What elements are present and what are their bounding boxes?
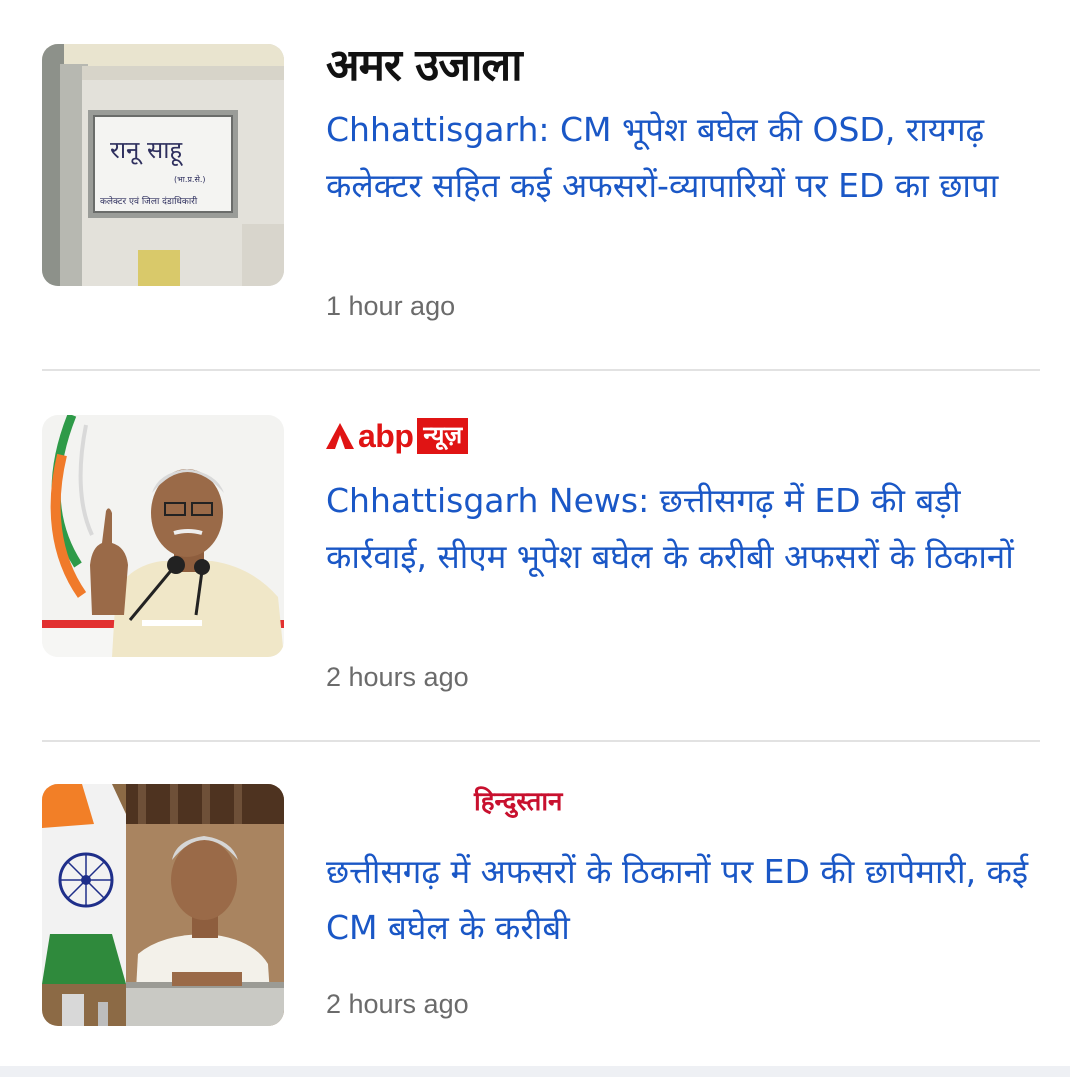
article-time: 1 hour ago — [326, 291, 456, 321]
bottom-strip — [0, 1066, 1070, 1077]
abp-brand-text: abp — [358, 417, 414, 454]
source-logo-hindustan: हिन्दुस्तान — [474, 787, 563, 817]
news-card[interactable]: रानू साहू (भा.प्र.से.) कलेक्टर एवं जिला … — [0, 0, 1070, 370]
article-thumbnail[interactable] — [42, 415, 284, 657]
abp-logo-icon — [326, 423, 354, 449]
article-headline[interactable]: छत्तीसगढ़ में अफसरों के ठिकानों पर ED की… — [326, 844, 1036, 956]
politician-speaking-photo — [42, 415, 284, 657]
source-logo-amar-ujala: अमर उजाला — [326, 40, 523, 91]
source-logo-abp-news: abp न्यूज़ — [326, 417, 469, 455]
article-headline[interactable]: Chhattisgarh News: छत्तीसगढ़ में ED की ब… — [326, 473, 1036, 585]
news-feed: रानू साहू (भा.प्र.से.) कलेक्टर एवं जिला … — [0, 0, 1070, 1066]
news-card[interactable]: हिन्दुस्तान छत्तीसगढ़ में अफसरों के ठिका… — [0, 742, 1070, 1066]
article-thumbnail[interactable] — [42, 784, 284, 1026]
abp-news-tag: न्यूज़ — [417, 418, 469, 454]
nameplate-line2: कलेक्टर एवं जिला दंडाधिकारी — [100, 195, 198, 207]
news-card[interactable]: abp न्यूज़ Chhattisgarh News: छत्तीसगढ़ … — [0, 371, 1070, 741]
nameplate-line1: (भा.प्र.से.) — [174, 174, 206, 184]
article-headline[interactable]: Chhattisgarh: CM भूपेश बघेल की OSD, रायग… — [326, 102, 1036, 214]
nameplate-photo: रानू साहू (भा.प्र.से.) कलेक्टर एवं जिला … — [42, 44, 284, 286]
article-thumbnail[interactable]: रानू साहू (भा.प्र.से.) कलेक्टर एवं जिला … — [42, 44, 284, 286]
article-time: 2 hours ago — [326, 662, 469, 692]
cm-at-desk-photo — [42, 784, 284, 1026]
article-time: 2 hours ago — [326, 989, 469, 1019]
nameplate-name: रानू साहू — [110, 136, 183, 167]
